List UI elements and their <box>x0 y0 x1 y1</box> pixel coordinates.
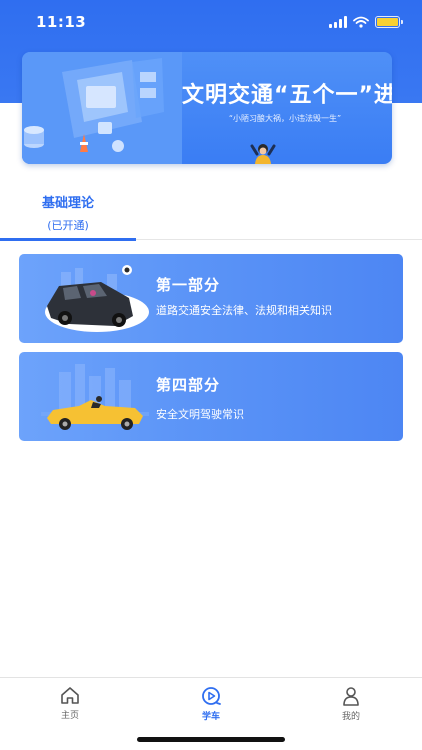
wifi-icon <box>353 16 369 28</box>
nav-profile[interactable]: 我的 <box>301 678 401 728</box>
status-bar: 11:13 <box>0 0 422 44</box>
nav-home[interactable]: 主页 <box>20 678 120 728</box>
tab-title: 基础理论 <box>41 196 94 211</box>
nav-label: 主页 <box>60 711 79 721</box>
tab-basic-theory[interactable]: 基础理论 (已开通) <box>0 182 136 241</box>
user-icon <box>343 687 359 706</box>
tab-status: (已开通) <box>47 219 89 232</box>
cellular-signal-icon <box>329 16 347 28</box>
promo-banner[interactable]: 文明交通“五个一”进驾校 “小陋习酿大祸，小违法毁一生” <box>22 52 392 164</box>
black-car-illustration <box>45 265 149 332</box>
tab-active-indicator <box>0 238 136 241</box>
home-indicator <box>137 737 285 742</box>
banner-title: 文明交通“五个一”进驾校 <box>182 83 392 108</box>
card-description: 道路交通安全法律、法规和相关知识 <box>156 304 332 317</box>
card-title: 第四部分 <box>156 376 221 394</box>
card-description: 安全文明驾驶常识 <box>156 408 244 421</box>
category-tabs: 基础理论 (已开通) <box>0 182 422 241</box>
nav-learn-driving[interactable]: 学车 <box>161 678 261 728</box>
status-icons <box>329 16 403 28</box>
course-card-part-one[interactable]: 第一部分 道路交通安全法律、法规和相关知识 <box>19 254 403 343</box>
course-card-part-four[interactable]: 第四部分 安全文明驾驶常识 <box>19 352 403 441</box>
play-circle-icon <box>202 687 221 705</box>
battery-icon <box>375 16 403 28</box>
card-title: 第一部分 <box>156 276 221 294</box>
banner-illustration <box>22 52 182 164</box>
yellow-car-illustration <box>41 364 149 430</box>
nav-label: 学车 <box>201 712 220 722</box>
home-icon <box>61 687 79 704</box>
banner-subtitle: “小陋习酿大祸，小违法毁一生” <box>228 114 342 123</box>
nav-label: 我的 <box>341 712 360 722</box>
status-time: 11:13 <box>36 13 87 31</box>
person-illustration <box>250 144 276 164</box>
